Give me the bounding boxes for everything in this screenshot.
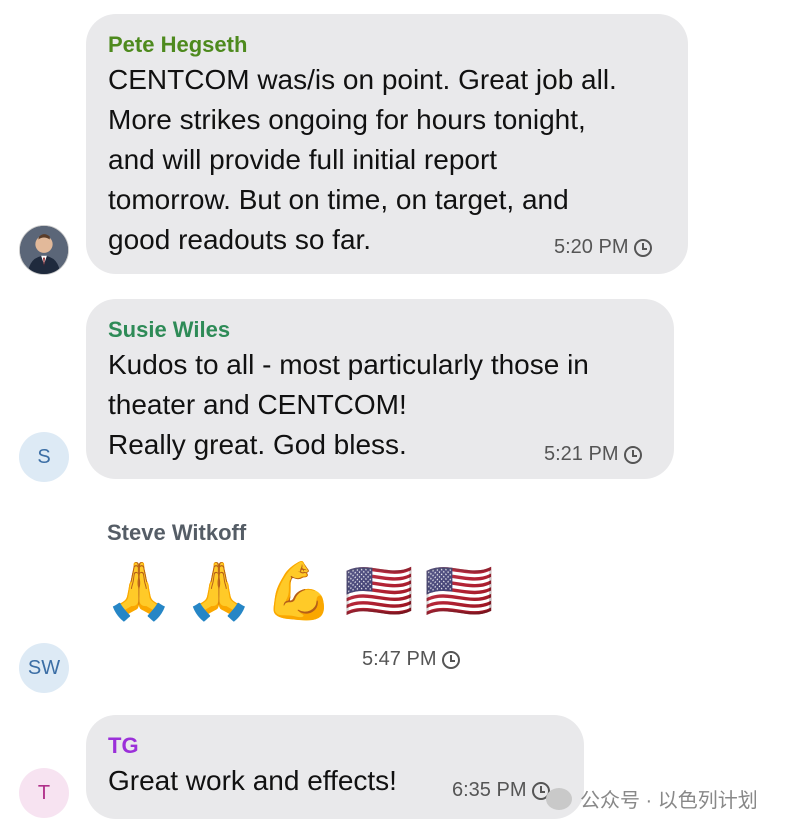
message-text: Great work and effects! — [108, 765, 397, 796]
avatar-initials: SW — [27, 656, 61, 679]
message-bubble[interactable]: Susie Wiles Kudos to all - most particul… — [86, 299, 674, 479]
sender-name[interactable]: Steve Witkoff — [107, 520, 246, 546]
message-bubble[interactable]: Pete Hegseth CENTCOM was/is on point. Gr… — [86, 14, 688, 274]
avatar[interactable]: S — [19, 432, 69, 482]
message-timestamp: 5:47 PM — [362, 648, 461, 671]
profile-photo-icon — [20, 226, 68, 274]
emoji-us-flag: 🇺🇸 — [424, 559, 494, 624]
message-timestamp: 5:21 PM — [544, 443, 643, 466]
sender-name[interactable]: Pete Hegseth — [108, 32, 247, 58]
avatar[interactable] — [19, 225, 69, 275]
timestamp-label: 5:47 PM — [362, 648, 437, 670]
message-bubble[interactable]: TG Great work and effects! 6:35 PM — [86, 715, 584, 819]
avatar-initials: S — [37, 445, 51, 468]
avatar[interactable]: SW — [19, 643, 69, 693]
watermark-text: 公众号 · 以色列计划 — [580, 790, 758, 812]
clock-icon — [442, 650, 461, 669]
clock-icon — [634, 238, 653, 257]
sender-name[interactable]: TG — [108, 733, 139, 759]
message-text: CENTCOM was/is on point. Great job all. … — [108, 64, 617, 255]
message-timestamp: 6:35 PM — [452, 779, 551, 802]
emoji-flexed-biceps: 💪 — [264, 559, 334, 624]
timestamp-label: 5:20 PM — [554, 236, 629, 258]
avatar[interactable]: T — [19, 768, 69, 818]
wechat-icon — [546, 787, 572, 810]
message-text: Kudos to all - most particularly those i… — [108, 349, 589, 460]
timestamp-label: 6:35 PM — [452, 779, 527, 801]
emoji-us-flag: 🇺🇸 — [344, 559, 414, 624]
avatar-initials: T — [37, 781, 51, 804]
sender-name[interactable]: Susie Wiles — [108, 317, 230, 343]
emoji-folded-hands: 🙏 — [104, 559, 174, 624]
emoji-folded-hands: 🙏 — [184, 559, 254, 624]
clock-icon — [624, 445, 643, 464]
message-timestamp: 5:20 PM — [554, 236, 653, 259]
watermark: 公众号 · 以色列计划 — [546, 784, 758, 813]
timestamp-label: 5:21 PM — [544, 443, 619, 465]
